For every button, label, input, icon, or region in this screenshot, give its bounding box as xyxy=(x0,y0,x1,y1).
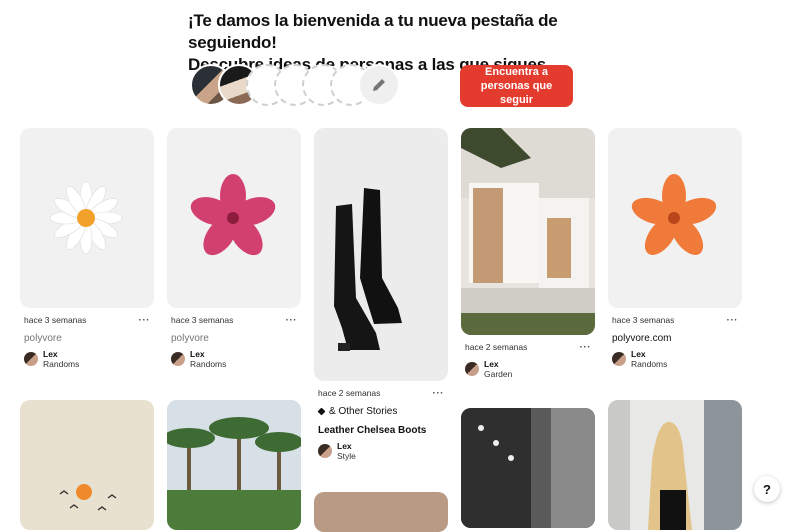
board-name: Randoms xyxy=(43,359,80,369)
user-name: Lex xyxy=(190,349,205,359)
pin-image[interactable] xyxy=(20,400,154,530)
user-avatar xyxy=(465,362,479,376)
pin-meta: hace 3 semanas ··· xyxy=(608,313,742,327)
welcome-title: ¡Te damos la bienvenida a tu nueva pesta… xyxy=(188,11,558,52)
pin-card[interactable] xyxy=(167,400,301,530)
sunset-birds-image xyxy=(59,484,117,511)
user-avatar xyxy=(318,444,332,458)
orange-flower-image xyxy=(631,174,717,255)
pin-image[interactable] xyxy=(608,128,742,308)
user-avatar xyxy=(171,352,185,366)
user-avatar xyxy=(24,352,38,366)
pin-meta: hace 3 semanas ··· xyxy=(167,313,301,327)
user-name: Lex xyxy=(484,359,499,369)
user-name: Lex xyxy=(43,349,58,359)
more-options-icon[interactable]: ··· xyxy=(286,315,298,326)
board-name: Randoms xyxy=(631,359,668,369)
pin-meta: hace 2 semanas ··· xyxy=(461,340,595,354)
daisy-image xyxy=(49,181,123,255)
pin-card[interactable]: hace 2 semanas ··· & Other Stories Leath… xyxy=(314,128,448,461)
find-people-button[interactable]: Encuentra a personas que seguir xyxy=(460,65,573,107)
pin-image[interactable] xyxy=(167,128,301,308)
pin-card[interactable]: hace 3 semanas ··· polyvore Lex Randoms xyxy=(20,128,154,369)
pin-source[interactable]: polyvore xyxy=(171,333,297,344)
pin-source[interactable]: polyvore.com xyxy=(612,333,738,344)
help-button[interactable]: ? xyxy=(754,476,780,502)
user-name: Lex xyxy=(337,441,352,451)
board-name: Garden xyxy=(484,369,513,379)
street-image xyxy=(461,408,595,528)
pin-timestamp: hace 2 semanas xyxy=(318,388,381,398)
pin-card[interactable] xyxy=(20,400,154,530)
pin-user[interactable]: Lex Randoms xyxy=(612,349,738,369)
pin-card[interactable] xyxy=(314,492,448,532)
woman-window-image xyxy=(608,400,742,530)
user-avatar xyxy=(612,352,626,366)
pin-meta: hace 3 semanas ··· xyxy=(20,313,154,327)
pin-user[interactable]: Lex Randoms xyxy=(24,349,150,369)
more-options-icon[interactable]: ··· xyxy=(580,342,592,353)
pin-source[interactable]: polyvore xyxy=(24,333,150,344)
pin-timestamp: hace 3 semanas xyxy=(171,315,234,325)
pin-card[interactable]: hace 2 semanas ··· Lex Garden xyxy=(461,128,595,379)
user-name: Lex xyxy=(631,349,646,359)
pin-user[interactable]: Lex Garden xyxy=(465,359,591,379)
tag-icon xyxy=(317,407,326,416)
palm-trees-image xyxy=(167,400,301,530)
more-options-icon[interactable]: ··· xyxy=(139,315,151,326)
pink-flower-image xyxy=(190,174,276,256)
board-name: Randoms xyxy=(190,359,227,369)
pin-timestamp: hace 3 semanas xyxy=(612,315,675,325)
pin-timestamp: hace 2 semanas xyxy=(465,342,528,352)
board-name: Style xyxy=(337,451,356,461)
pin-image[interactable] xyxy=(608,400,742,530)
pin-user[interactable]: Lex Randoms xyxy=(171,349,297,369)
pin-card[interactable] xyxy=(461,408,595,528)
pin-image[interactable] xyxy=(461,408,595,528)
more-options-icon[interactable]: ··· xyxy=(727,315,739,326)
pencil-icon xyxy=(373,79,385,91)
pin-source-label: & Other Stories xyxy=(329,406,398,417)
pin-image[interactable] xyxy=(20,128,154,308)
pin-image[interactable] xyxy=(167,400,301,530)
more-options-icon[interactable]: ··· xyxy=(433,388,445,399)
followed-avatars xyxy=(190,64,400,108)
pin-meta: hace 2 semanas ··· xyxy=(314,386,448,400)
pin-timestamp: hace 3 semanas xyxy=(24,315,87,325)
boots-image xyxy=(334,188,402,351)
pin-card[interactable] xyxy=(608,400,742,530)
pin-card[interactable]: hace 3 semanas ··· polyvore.com Lex Rand… xyxy=(608,128,742,369)
pin-card[interactable]: hace 3 semanas ··· polyvore Lex Randoms xyxy=(167,128,301,369)
edit-following-button[interactable] xyxy=(358,64,400,106)
pin-image[interactable] xyxy=(314,128,448,381)
pin-image[interactable] xyxy=(461,128,595,335)
pin-title[interactable]: Leather Chelsea Boots xyxy=(318,425,444,436)
pin-source[interactable]: & Other Stories xyxy=(317,406,444,417)
pin-image[interactable] xyxy=(314,492,448,532)
house-image xyxy=(461,128,595,335)
pin-user[interactable]: Lex Style xyxy=(318,441,444,461)
